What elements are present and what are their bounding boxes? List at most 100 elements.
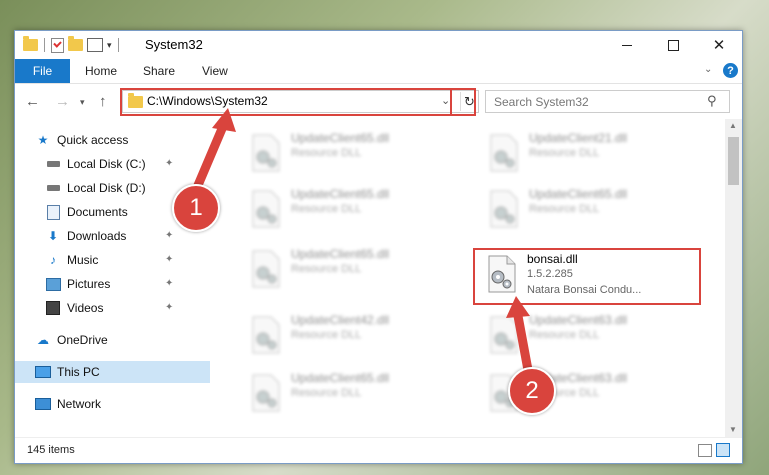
expand-ribbon-chevron-icon[interactable]: ⌄: [704, 64, 712, 75]
pin-icon[interactable]: ✦: [165, 302, 173, 313]
toolbar-separator: [117, 38, 119, 52]
tab-share[interactable]: Share: [143, 59, 175, 83]
new-folder-icon[interactable]: [68, 36, 83, 51]
sidebar-item-onedrive[interactable]: ☁ OneDrive: [15, 329, 210, 351]
dll-file-icon: [490, 190, 518, 228]
maximize-button[interactable]: [650, 31, 696, 59]
dll-file-icon: [252, 190, 280, 228]
file-name: UpdateClient65.dll: [291, 247, 390, 261]
toolbar-separator: [44, 38, 45, 52]
file-item[interactable]: UpdateClient65.dll Resource DLL: [477, 185, 707, 233]
status-bar: 145 items: [15, 437, 742, 463]
file-description: Natara Bonsai Condu...: [527, 284, 642, 296]
up-arrow-icon[interactable]: ↑: [99, 93, 107, 110]
cloud-icon: ☁: [37, 333, 49, 347]
minimize-icon: [622, 44, 632, 46]
back-arrow-icon[interactable]: ←: [25, 93, 40, 110]
sidebar-item-quick-access[interactable]: ★ Quick access: [15, 129, 210, 151]
scroll-thumb[interactable]: [728, 137, 739, 185]
pin-icon[interactable]: ✦: [165, 254, 173, 265]
file-type: Resource DLL: [291, 263, 362, 275]
quick-access-toolbar: ▾: [23, 36, 121, 53]
file-version: 1.5.2.285: [527, 268, 573, 280]
customize-toolbar-chevron-icon[interactable]: ▾: [107, 40, 112, 51]
documents-icon: [45, 204, 61, 220]
sidebar-item-label: Local Disk (D:): [67, 181, 146, 195]
sidebar-item-label: Network: [57, 397, 102, 411]
sidebar-item-label: Local Disk (C:): [67, 157, 146, 171]
file-item[interactable]: UpdateClient63.dll Resource DLL: [477, 311, 707, 359]
dll-file-icon: [490, 134, 518, 172]
dll-file-icon: [252, 374, 280, 412]
navigation-pane: ★ Quick access Local Disk (C:) ✦ Local D…: [15, 119, 210, 437]
pictures-icon: [45, 277, 61, 291]
sidebar-item-label: Quick access: [57, 133, 129, 147]
sidebar-item-label: Videos: [67, 301, 104, 315]
large-icons-view-icon[interactable]: [716, 443, 730, 457]
file-item[interactable]: UpdateClient42.dll Resource DLL: [239, 311, 469, 359]
sidebar-item-label: Documents: [67, 205, 128, 219]
scroll-up-arrow-icon[interactable]: ▲: [729, 121, 737, 130]
navigation-bar: ← → ▾ ↑ C:\Windows\System32 ⌄ ↻ ⚲: [15, 84, 742, 119]
music-icon: ♪: [50, 253, 56, 267]
sidebar-item-music[interactable]: ♪ Music ✦: [15, 249, 210, 271]
pin-icon[interactable]: ✦: [165, 278, 173, 289]
title-bar: ▾ System32 ✕: [15, 31, 742, 59]
vertical-scrollbar[interactable]: ▲ ▼: [725, 119, 742, 437]
disk-icon: [45, 157, 61, 171]
help-icon[interactable]: ?: [723, 63, 738, 78]
file-type: Resource DLL: [529, 203, 600, 215]
search-box[interactable]: ⚲: [485, 90, 730, 113]
properties-check-icon[interactable]: [51, 37, 64, 53]
maximize-icon: [667, 39, 679, 51]
search-icon[interactable]: ⚲: [707, 93, 717, 109]
file-item[interactable]: UpdateClient65.dll Resource DLL: [239, 369, 469, 417]
file-name: UpdateClient42.dll: [291, 313, 390, 327]
sidebar-item-network[interactable]: Network: [15, 393, 210, 415]
sidebar-item-label: Pictures: [67, 277, 111, 291]
file-type: Resource DLL: [529, 329, 600, 341]
file-name: UpdateClient65.dll: [291, 187, 390, 201]
address-highlight-box: [120, 88, 476, 116]
computer-icon: [35, 365, 51, 379]
item-count: 145 items: [27, 444, 75, 456]
file-type: Resource DLL: [291, 329, 362, 341]
sidebar-item-label: Music: [67, 253, 99, 267]
network-icon: [35, 397, 51, 411]
download-icon: ⬇: [47, 229, 59, 243]
dll-file-icon: [252, 250, 280, 288]
file-name: UpdateClient65.dll: [291, 371, 390, 385]
file-item[interactable]: UpdateClient65.dll Resource DLL: [239, 129, 469, 177]
tab-view[interactable]: View: [202, 59, 228, 83]
scroll-down-arrow-icon[interactable]: ▼: [729, 425, 737, 434]
file-name: UpdateClient63.dll: [529, 313, 628, 327]
sidebar-item-videos[interactable]: Videos ✦: [15, 297, 210, 319]
properties-icon[interactable]: [87, 38, 103, 52]
file-item-bonsai-dll[interactable]: bonsai.dll 1.5.2.285 Natara Bonsai Condu…: [475, 250, 699, 298]
file-item[interactable]: UpdateClient65.dll Resource DLL: [239, 185, 469, 233]
dll-file-icon: [252, 316, 280, 354]
pin-icon[interactable]: ✦: [165, 158, 173, 169]
forward-arrow-icon[interactable]: →: [55, 93, 70, 110]
videos-icon: [45, 301, 61, 315]
details-view-icon[interactable]: [698, 444, 712, 457]
file-type: Resource DLL: [291, 203, 362, 215]
file-name: UpdateClient21.dll: [529, 131, 628, 145]
file-type: Resource DLL: [291, 147, 362, 159]
file-item[interactable]: UpdateClient21.dll Resource DLL: [477, 129, 707, 177]
minimize-button[interactable]: [604, 31, 650, 59]
search-input[interactable]: [486, 91, 711, 112]
step-1-badge: 1: [172, 184, 220, 232]
sidebar-item-this-pc[interactable]: This PC: [15, 361, 210, 383]
tab-home[interactable]: Home: [85, 59, 117, 83]
file-name: UpdateClient65.dll: [529, 187, 628, 201]
sidebar-item-local-disk-c[interactable]: Local Disk (C:) ✦: [15, 153, 210, 175]
file-item[interactable]: UpdateClient65.dll Resource DLL: [239, 245, 469, 293]
close-button[interactable]: ✕: [696, 31, 742, 59]
tab-file[interactable]: File: [15, 59, 70, 83]
folder-icon: [23, 36, 38, 51]
recent-locations-chevron-icon[interactable]: ▾: [80, 97, 85, 108]
pin-icon[interactable]: ✦: [165, 230, 173, 241]
sidebar-item-downloads[interactable]: ⬇ Downloads ✦: [15, 225, 210, 247]
sidebar-item-pictures[interactable]: Pictures ✦: [15, 273, 210, 295]
